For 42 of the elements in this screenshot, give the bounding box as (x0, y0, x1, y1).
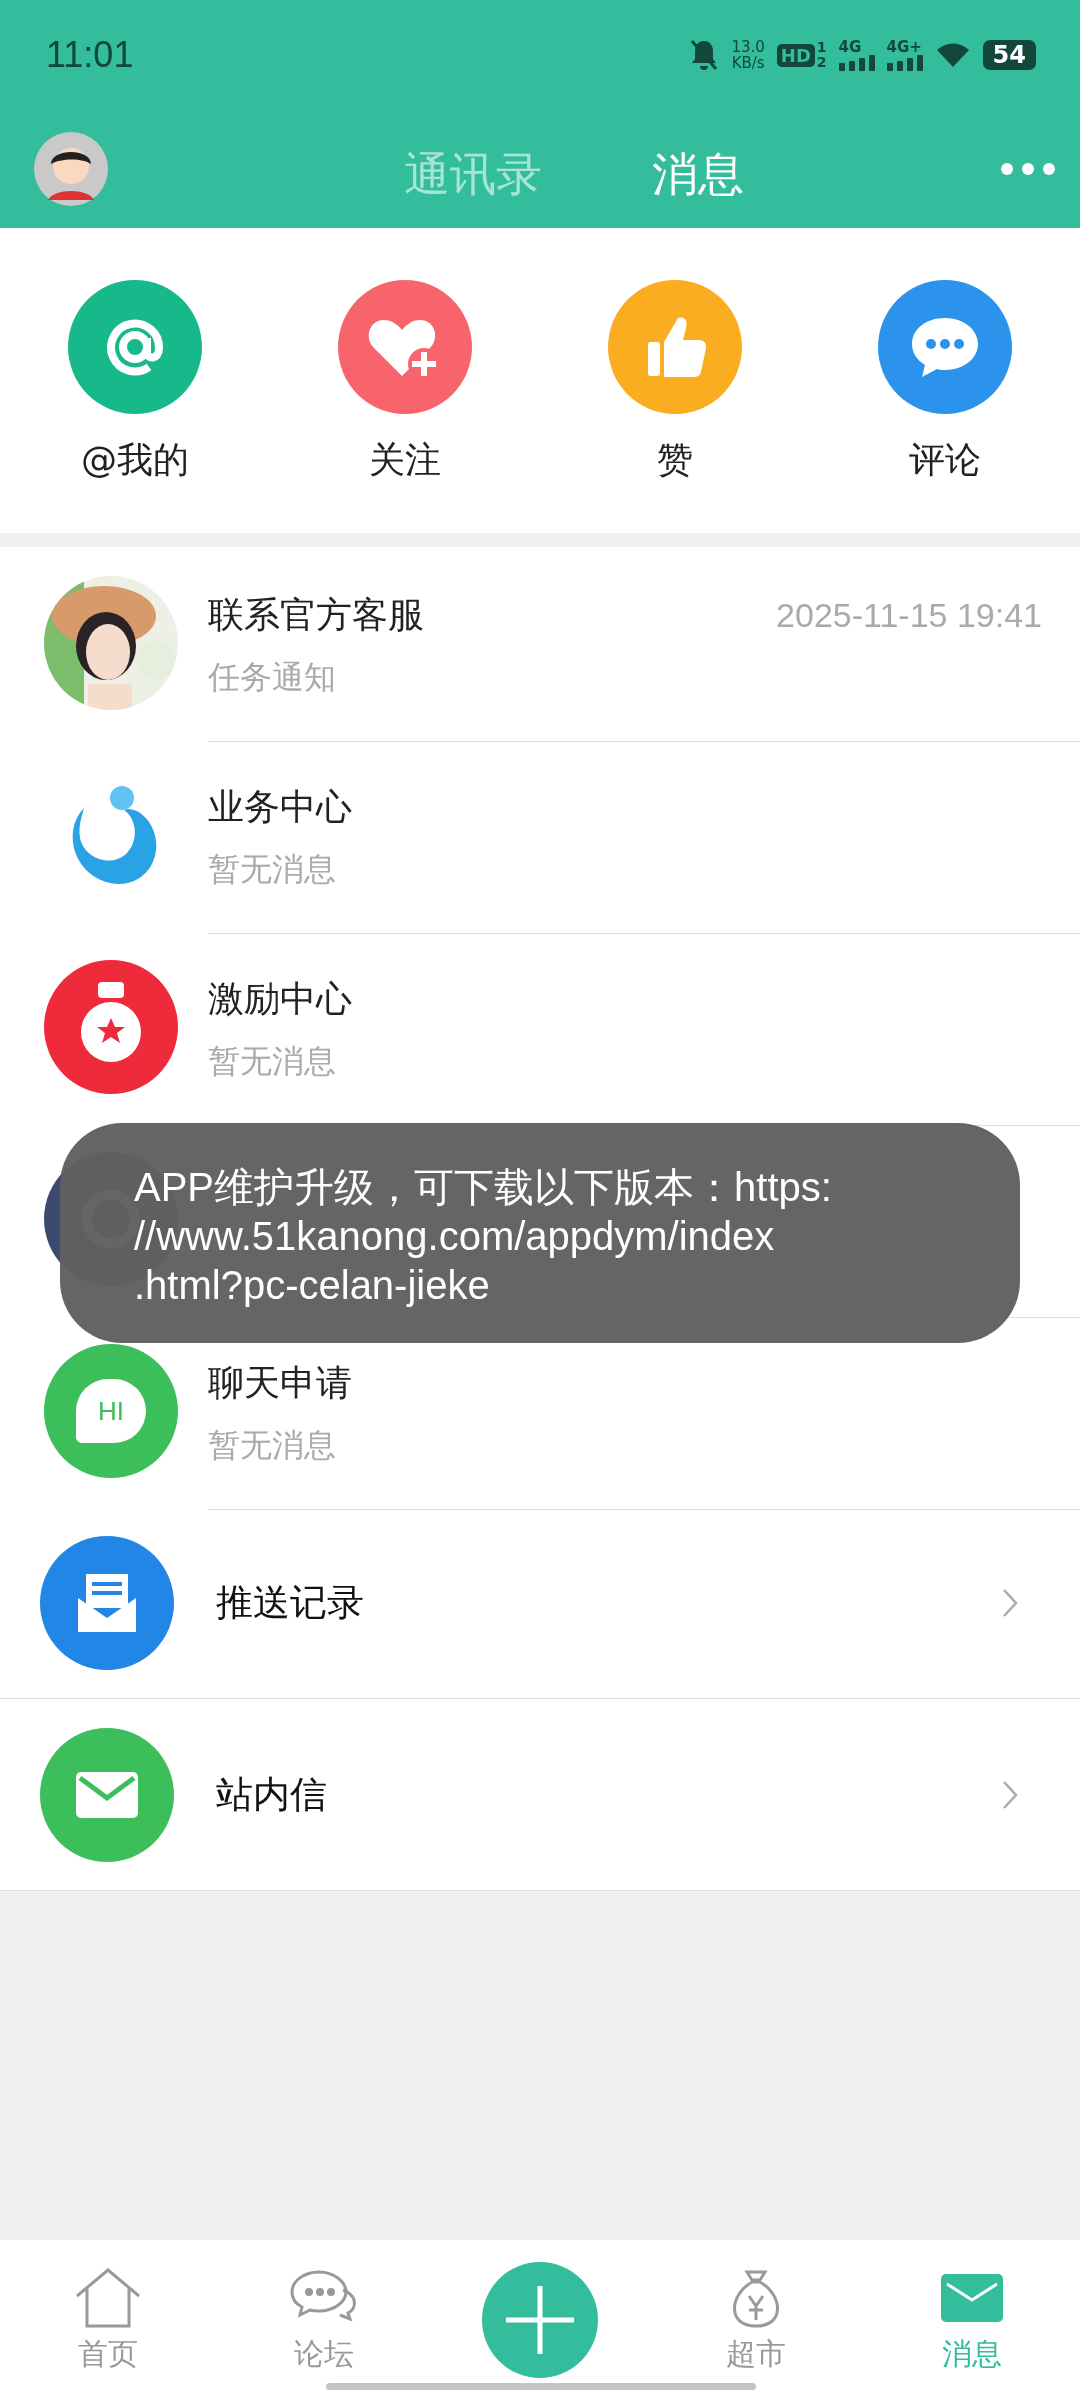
shortcut-label: @我的 (81, 438, 189, 482)
list-item[interactable]: 推送记录 (0, 1507, 1080, 1699)
network-label: 4G (838, 39, 862, 55)
sim-slot: 2 (816, 55, 827, 70)
message-preview: 暂无消息 (208, 849, 337, 890)
net-unit: KB/s (731, 55, 765, 71)
battery-indicator: 54 (982, 40, 1036, 70)
shortcut-icon[interactable] (68, 280, 202, 414)
house-icon (73, 2268, 143, 2330)
avatar-icon[interactable] (34, 132, 108, 206)
status-time: 11:01 (46, 34, 134, 76)
message-title[interactable]: 激励中心 (208, 975, 352, 1024)
toast-message: APP维护升级，可下载以下版本：https: //www.51kanong.com/appdym/index .html?pc-celan-jieke (60, 1123, 1020, 1343)
shortcut-label: 关注 (369, 438, 441, 482)
shortcut-label: 评论 (909, 438, 981, 482)
net-speed: 13.0 (731, 39, 765, 55)
message-time: 2025-11-15 19:41 (776, 596, 1042, 635)
chevron-right-icon (1002, 1779, 1018, 1810)
medal-icon (44, 960, 178, 1094)
message-preview: 暂无消息 (208, 1425, 337, 1466)
shortcut-label: 赞 (657, 438, 693, 482)
message-title[interactable]: 联系官方客服 (208, 591, 424, 640)
signal-icon (886, 55, 923, 71)
signal-icon (838, 55, 875, 71)
message-title[interactable]: 业务中心 (208, 783, 352, 832)
chevron-right-icon (1002, 1587, 1018, 1618)
list-item[interactable]: 站内信 (0, 1699, 1080, 1891)
network-label: 4G+ (886, 39, 922, 55)
bell-muted-icon (689, 38, 720, 72)
more-icon[interactable] (1000, 162, 1056, 176)
shortcut-icon[interactable] (608, 280, 742, 414)
chat-request-icon: HI (44, 1344, 178, 1478)
shortcut-icon[interactable] (878, 280, 1012, 414)
envelope-tray-icon (40, 1535, 174, 1670)
sim-slot: 1 (816, 40, 827, 55)
hd-badge: HD (776, 43, 815, 67)
message-preview: 暂无消息 (208, 1041, 337, 1082)
envelope-icon (40, 1727, 174, 1862)
shortcut-icon[interactable] (338, 280, 472, 414)
wifi-icon (934, 41, 971, 69)
message-preview: 任务通知 (208, 657, 337, 698)
message-title[interactable]: 聊天申请 (208, 1359, 352, 1408)
